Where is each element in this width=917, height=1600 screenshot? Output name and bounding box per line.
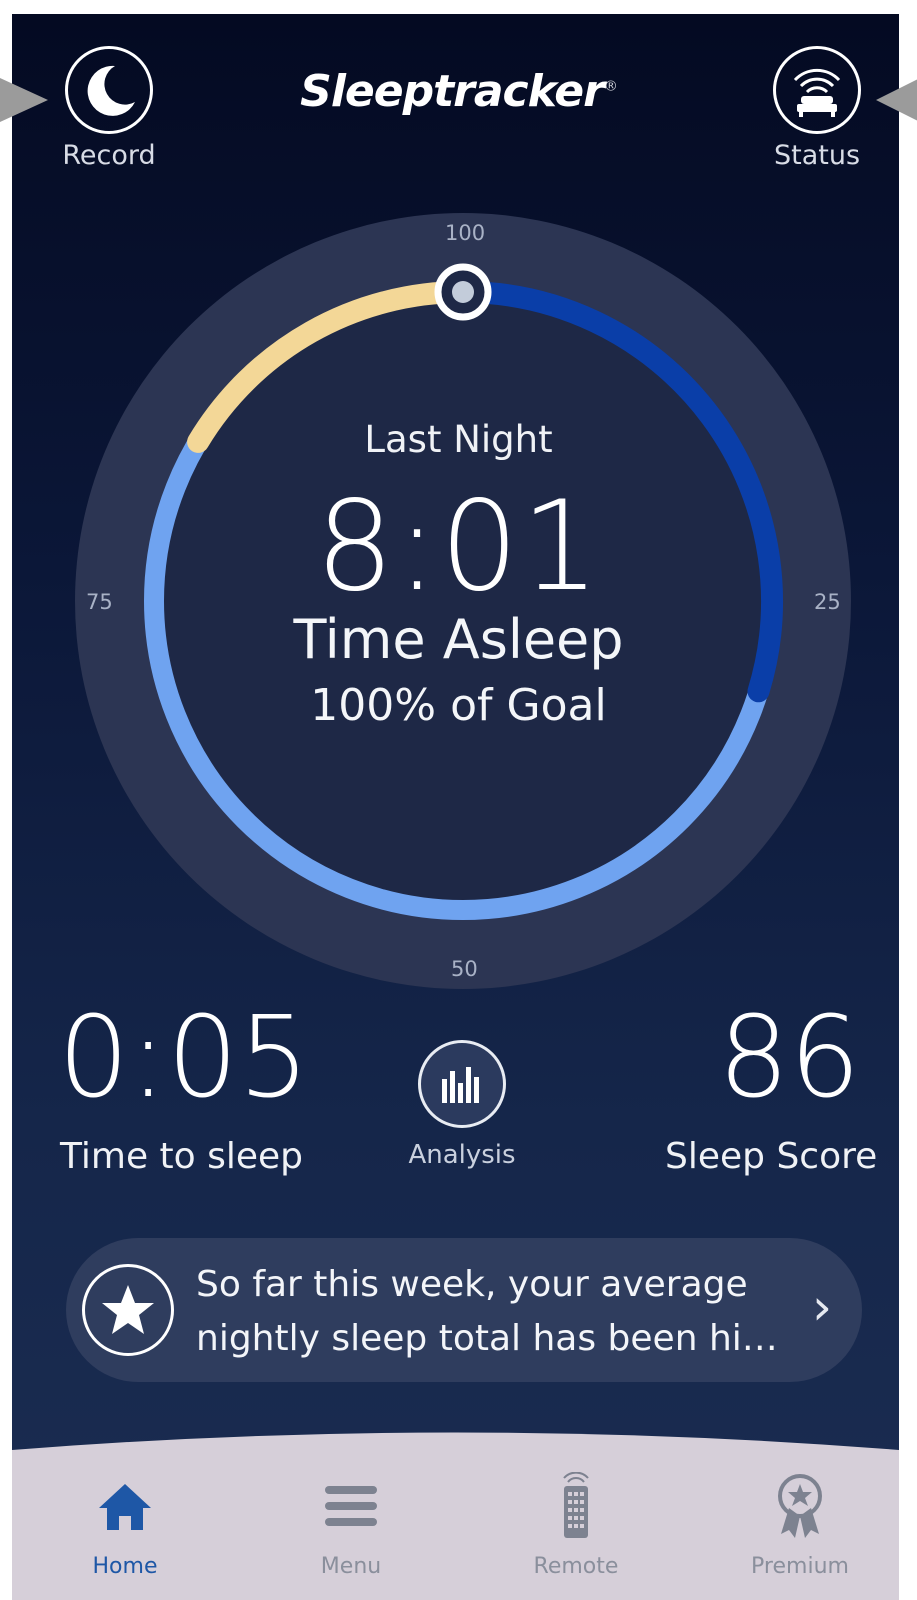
star-icon xyxy=(82,1264,174,1356)
chevron-right-icon[interactable]: › xyxy=(812,1278,832,1336)
time-asleep-value: 8:01 xyxy=(315,475,602,619)
sleep-score-value: 86 xyxy=(718,993,861,1123)
insight-text: So far this week, your average nightly s… xyxy=(196,1258,796,1366)
insight-line-1: So far this week, your average xyxy=(196,1264,748,1305)
tab-remote-label: Remote xyxy=(533,1554,619,1579)
goal-marker-dot xyxy=(452,281,474,303)
bar-chart-icon xyxy=(418,1040,506,1128)
goal-text: 100% of Goal xyxy=(310,680,607,731)
insight-line-2: nightly sleep total has been hi… xyxy=(196,1318,778,1359)
time-to-sleep-value: 0:05 xyxy=(58,993,310,1123)
time-to-sleep-label: Time to sleep xyxy=(60,1136,304,1177)
tab-premium[interactable]: Premium xyxy=(720,1470,880,1579)
weekly-insight-card[interactable]: So far this week, your average nightly s… xyxy=(66,1238,862,1382)
analysis-button[interactable]: Analysis xyxy=(408,1040,516,1170)
tab-menu-label: Menu xyxy=(320,1554,382,1579)
dial-title: Last Night xyxy=(364,418,553,461)
tab-home[interactable]: Home xyxy=(45,1470,205,1579)
home-icon xyxy=(45,1470,205,1542)
premium-badge-icon xyxy=(720,1470,880,1542)
tab-remote[interactable]: Remote xyxy=(496,1470,656,1579)
tab-menu[interactable]: Menu xyxy=(271,1470,431,1579)
analysis-label: Analysis xyxy=(408,1140,516,1170)
remote-icon xyxy=(496,1470,656,1542)
tab-premium-label: Premium xyxy=(751,1554,849,1579)
tab-home-label: Home xyxy=(92,1554,158,1579)
menu-icon xyxy=(271,1470,431,1542)
time-asleep-label: Time Asleep xyxy=(293,608,624,671)
dial-tick-100: 100 xyxy=(445,221,486,245)
sleep-score-label: Sleep Score xyxy=(665,1136,878,1177)
dial-tick-50: 50 xyxy=(451,957,478,981)
